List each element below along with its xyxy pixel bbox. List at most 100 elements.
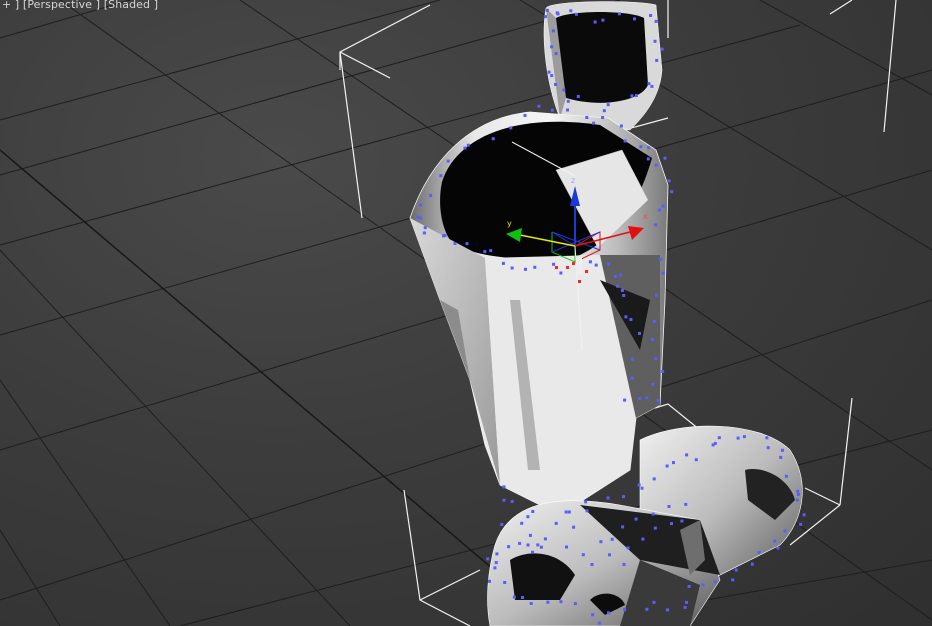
vertex-point[interactable] <box>652 600 656 604</box>
vertex-point[interactable] <box>536 543 540 547</box>
vertex-point[interactable] <box>486 557 490 561</box>
vertex-point[interactable] <box>694 458 698 462</box>
vertex-point[interactable] <box>510 500 514 503</box>
vertex-point[interactable] <box>594 263 598 267</box>
vertex-point[interactable] <box>666 608 669 612</box>
vertex-point[interactable] <box>638 331 641 335</box>
vertex-point[interactable] <box>647 82 651 86</box>
vertex-point[interactable] <box>419 203 423 207</box>
vertex-point[interactable] <box>802 513 806 517</box>
vertex-point[interactable] <box>574 12 578 16</box>
vertex-point[interactable] <box>559 271 563 275</box>
vertex-point[interactable] <box>783 529 787 533</box>
viewport-scene[interactable]: z y x <box>0 0 932 626</box>
vertex-point[interactable] <box>784 474 788 478</box>
vertex-point[interactable] <box>713 441 717 445</box>
vertex-point[interactable] <box>491 137 495 141</box>
vertex-point[interactable] <box>488 579 491 583</box>
vertex-point[interactable] <box>588 260 592 264</box>
vertex-point[interactable] <box>569 9 573 13</box>
vertex-point[interactable] <box>554 521 558 525</box>
vertex-point[interactable] <box>773 539 777 543</box>
vertex-point[interactable] <box>429 194 433 198</box>
vertex-point[interactable] <box>713 580 717 584</box>
vertex-point[interactable] <box>765 436 769 440</box>
vertex-point[interactable] <box>531 510 535 513</box>
vertex-point[interactable] <box>687 585 691 588</box>
vertex-point[interactable] <box>599 540 603 544</box>
vertex-point[interactable] <box>576 95 580 98</box>
vertex-point[interactable] <box>650 84 654 88</box>
vertex-point[interactable] <box>554 52 558 56</box>
viewport-menu-plus[interactable]: + <box>2 0 11 11</box>
vertex-point[interactable] <box>654 293 658 297</box>
vertex-point[interactable] <box>685 453 689 457</box>
vertex-point[interactable] <box>796 489 800 493</box>
vertex-point[interactable] <box>524 267 527 271</box>
vertex-point[interactable] <box>731 578 735 582</box>
vertex-point[interactable] <box>453 242 457 245</box>
vertex-point[interactable] <box>584 500 588 504</box>
vertex-point[interactable] <box>647 146 651 150</box>
vertex-point[interactable] <box>607 611 610 615</box>
vertex-point[interactable] <box>616 284 620 288</box>
vertex-point[interactable] <box>592 121 596 125</box>
vertex-point[interactable] <box>502 498 506 502</box>
vertex-point[interactable] <box>776 546 780 550</box>
vertex-point[interactable] <box>623 608 627 612</box>
vertex-point[interactable] <box>683 605 687 609</box>
vertex-point[interactable] <box>620 288 624 292</box>
vertex-point[interactable] <box>796 492 800 496</box>
vertex-point[interactable] <box>654 19 658 23</box>
vertex-point[interactable] <box>742 435 746 439</box>
vertex-point[interactable] <box>663 156 667 160</box>
vertex-point[interactable] <box>590 563 594 566</box>
vertex-point[interactable] <box>489 249 493 253</box>
vertex-point[interactable] <box>634 94 638 97</box>
vertex-point[interactable] <box>654 163 658 167</box>
vertex-point[interactable] <box>638 397 641 401</box>
vertex-point[interactable] <box>653 526 657 530</box>
vertex-point[interactable] <box>493 566 497 570</box>
vertex-point[interactable] <box>503 581 507 584</box>
vertex-point[interactable] <box>566 108 569 112</box>
vertex-point[interactable] <box>512 595 516 599</box>
vertex-point[interactable] <box>494 561 498 565</box>
vertex-point[interactable] <box>537 104 541 108</box>
vertex-point[interactable] <box>606 103 610 107</box>
vertex-point[interactable] <box>442 234 445 238</box>
vertex-point[interactable] <box>495 552 499 556</box>
vertex-point[interactable] <box>463 146 467 150</box>
vertex-point[interactable] <box>622 294 626 297</box>
vertex-point[interactable] <box>651 512 655 516</box>
vertex-point[interactable] <box>701 583 705 587</box>
vertex-point[interactable] <box>501 261 505 265</box>
vertex-point[interactable] <box>766 446 770 450</box>
vertex-point[interactable] <box>626 546 630 550</box>
vertex-point[interactable] <box>551 29 555 33</box>
vertex-point[interactable] <box>465 242 469 246</box>
vertex-point[interactable] <box>423 226 427 230</box>
vertex-point[interactable] <box>502 485 506 489</box>
vertex-point[interactable] <box>617 12 621 16</box>
vertex-point[interactable] <box>554 83 557 86</box>
vertex-point[interactable] <box>641 537 645 541</box>
vertex-point[interactable] <box>591 613 595 617</box>
vertex-point[interactable] <box>660 47 664 51</box>
vertex-point[interactable] <box>601 18 605 22</box>
pivot-handle[interactable] <box>576 258 582 274</box>
vertex-point[interactable] <box>661 204 665 208</box>
vertex-point[interactable] <box>799 522 803 526</box>
vertex-point[interactable] <box>607 262 611 266</box>
vertex-point[interactable] <box>552 262 556 266</box>
vertex-point[interactable] <box>670 522 673 526</box>
vertex-point[interactable] <box>585 509 589 513</box>
vertex-point[interactable] <box>629 318 633 321</box>
vertex-point[interactable] <box>631 376 634 380</box>
vertex-point[interactable] <box>518 541 522 545</box>
vertex-point[interactable] <box>556 12 560 16</box>
vertex-point[interactable] <box>439 174 443 178</box>
vertex-point[interactable] <box>665 464 669 468</box>
vertex-point[interactable] <box>634 517 638 521</box>
vertex-point[interactable] <box>623 398 627 402</box>
